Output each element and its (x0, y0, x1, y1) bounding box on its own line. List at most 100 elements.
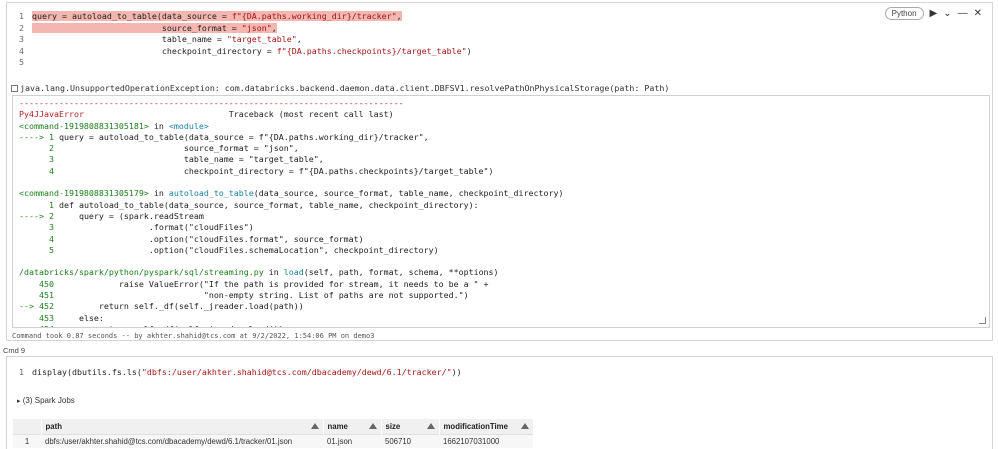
traceback-token: 4 (19, 165, 54, 176)
sort-icon[interactable] (310, 423, 319, 429)
column-header-size[interactable]: size (381, 419, 440, 434)
traceback-token: 454 (19, 324, 54, 327)
code-token: ) (466, 45, 472, 56)
line-number: 3 (19, 34, 24, 45)
traceback-token: .option("cloudFiles.schemaLocation", che… (53, 244, 439, 255)
traceback-token: query = (spark.readStream (53, 210, 204, 221)
code-token: f"{DA.paths.checkpoints}/target_table" (276, 45, 467, 56)
code-text: table_name = "target_table", (32, 34, 302, 44)
traceback-token: autoload_to_table (168, 188, 254, 199)
traceback-line: 4 .option("cloudFiles.format", source_fo… (19, 234, 983, 245)
code-token: f"{DA.paths.working_dir}/tracker" (231, 11, 397, 21)
results-table: path name size modificationTime 1 dbfs:/… (13, 419, 534, 448)
traceback-token: raise ValueError("If the path is provide… (53, 278, 489, 289)
traceback-line: 3 .format("cloudFiles") (19, 222, 983, 233)
code-token: source_format = (32, 22, 242, 33)
table-row: 1 dbfs:/user/akhter.shahid@tcs.com/dbaca… (13, 433, 533, 448)
traceback-token: 5 (19, 244, 54, 255)
traceback-token: in (148, 120, 169, 131)
cmd-label: Cmd 9 (3, 346, 26, 355)
traceback-token: 451 (19, 290, 54, 301)
traceback-text: ----------------------------------------… (13, 96, 989, 327)
traceback-line: 454 return self._df(self._jreader.load()… (19, 324, 983, 327)
notebook-cell-8: Python ▶ ⌄ — ✕ 1 query = autoload_to_tabl… (6, 2, 993, 341)
traceback-token: .option("cloudFiles.format", source_form… (53, 233, 364, 244)
traceback-line: ----> 1 query = autoload_to_table(data_s… (19, 132, 983, 143)
column-header-name[interactable]: name (323, 419, 382, 434)
traceback-token: <module> (168, 120, 209, 131)
traceback-line: 4 checkpoint_directory = f"{DA.paths.che… (19, 166, 983, 177)
row-index: 1 (13, 433, 41, 448)
traceback-line: 5 .option("cloudFiles.schemaLocation", c… (19, 245, 983, 256)
traceback-token: in (263, 267, 284, 278)
traceback-token: table_name = "target_table", (53, 154, 324, 165)
cell-size: 506710 (381, 433, 439, 448)
sort-icon[interactable] (426, 423, 435, 429)
traceback-line: 451 "non-empty string. List of paths are… (19, 290, 983, 301)
caret-right-icon: ▸ (17, 398, 21, 405)
traceback-line: 453 else: (19, 313, 983, 324)
traceback-token: 2 (19, 143, 54, 154)
notebook-cell-9: 1 display(dbutils.fs.ls("dbfs:/user/akhte… (6, 356, 993, 449)
traceback-line: 450 raise ValueError("If the path is pro… (19, 279, 983, 290)
code-line: 1 display(dbutils.fs.ls("dbfs:/user/akhte… (7, 367, 992, 379)
code-token: table_name = (32, 34, 227, 45)
code-token: )) (451, 367, 462, 377)
sort-icon[interactable] (520, 423, 529, 429)
traceback-token: return self._df(self._jreader.load(path)… (53, 301, 304, 312)
code-editor[interactable]: 1 display(dbutils.fs.ls("dbfs:/user/akhte… (7, 367, 992, 379)
traceback-line (19, 177, 983, 188)
code-text: checkpoint_directory = f"{DA.paths.check… (32, 46, 472, 56)
code-text: source_format = "json", (32, 22, 277, 33)
code-token: , (271, 22, 277, 33)
traceback-token: 450 (19, 278, 54, 289)
code-line: 1 query = autoload_to_table(data_source =… (7, 11, 992, 23)
traceback-token: def autoload_to_table(data_source, sourc… (53, 199, 479, 210)
traceback-line: 3 table_name = "target_table", (19, 154, 983, 165)
cell-name: 01.json (323, 433, 381, 448)
column-header-path[interactable]: path (41, 419, 324, 434)
code-text: query = autoload_to_table(data_source = … (32, 11, 402, 21)
traceback-token: return self._df(self._jreader.load()) (54, 324, 284, 327)
code-token: "dbfs:/user/akhter.shahid@tcs.com/dbacad… (141, 367, 452, 377)
traceback-line (19, 256, 983, 267)
table-header-row: path name size modificationTime (13, 419, 534, 434)
traceback-token: <command-1919808831305181> (19, 120, 149, 131)
traceback-token: query = autoload_to_table(data_source = … (53, 131, 429, 142)
command-footer: Command took 0.87 seconds -- by akhter.s… (12, 332, 375, 340)
code-token: query = autoload_to_table(data_source = (32, 11, 232, 21)
traceback-token: .format("cloudFiles") (53, 222, 254, 233)
row-index-header (13, 419, 42, 434)
expand-toggle-icon[interactable] (11, 85, 18, 92)
traceback-line: <command-1919808831305181> in <module> (19, 121, 983, 132)
resize-handle[interactable] (979, 317, 986, 324)
traceback-token: 453 (19, 312, 54, 323)
sort-icon[interactable] (368, 423, 377, 429)
code-line: 3 table_name = "target_table", (7, 34, 992, 46)
traceback-token: checkpoint_directory = f"{DA.paths.check… (53, 165, 494, 176)
code-token: , (296, 34, 302, 45)
traceback-token: load (283, 267, 304, 278)
code-line: 2 source_format = "json", (7, 22, 992, 35)
traceback-token: Traceback (most recent call last) (83, 109, 394, 120)
traceback-token: ----------------------------------------… (19, 98, 404, 108)
traceback-token: ----> 1 (19, 131, 54, 142)
code-token: "json" (241, 22, 272, 33)
line-number: 4 (19, 45, 24, 56)
traceback-token: /databricks/spark/python/pyspark/sql/str… (19, 267, 264, 278)
traceback-token: <command-1919808831305179> (19, 188, 149, 199)
traceback-output[interactable]: ----------------------------------------… (12, 95, 990, 328)
line-number: 5 (19, 57, 24, 68)
traceback-line: ----------------------------------------… (19, 98, 983, 109)
traceback-line: ----> 2 query = (spark.readStream (19, 211, 983, 222)
traceback-token: 3 (19, 222, 54, 233)
column-header-modificationtime[interactable]: modificationTime (439, 419, 534, 434)
traceback-token: ----> 2 (19, 210, 54, 221)
traceback-line: 2 source_format = "json", (19, 143, 983, 154)
traceback-token: 3 (19, 154, 54, 165)
error-summary[interactable]: java.lang.UnsupportedOperationException:… (11, 83, 669, 93)
code-token: checkpoint_directory = (32, 45, 277, 56)
code-editor[interactable]: 1 query = autoload_to_table(data_source =… (7, 11, 992, 69)
spark-jobs-toggle[interactable]: ▸ (3) Spark Jobs (17, 396, 75, 405)
code-line: 4 checkpoint_directory = f"{DA.paths.che… (7, 46, 992, 58)
